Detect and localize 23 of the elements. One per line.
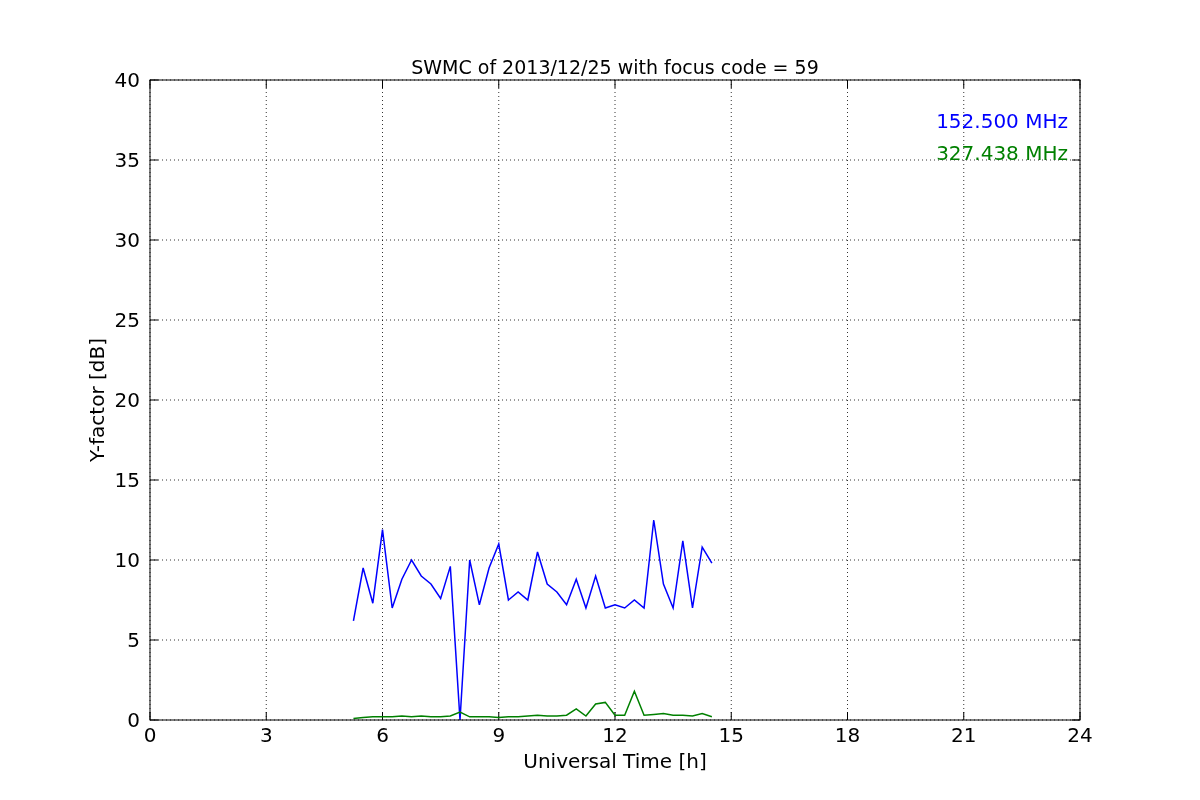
y-axis-label: Y-factor [dB] xyxy=(85,338,109,462)
tick-label: 5 xyxy=(127,628,140,652)
tick-label: 3 xyxy=(259,723,273,747)
tick-label: 0 xyxy=(127,708,140,732)
x-axis-label: Universal Time [h] xyxy=(523,749,707,773)
tick-label: 21 xyxy=(951,723,977,747)
tick-label: 6 xyxy=(376,723,389,747)
legend-label: 152.500 MHz xyxy=(936,109,1068,133)
tick-label: 9 xyxy=(492,723,506,747)
tick-label: 20 xyxy=(114,388,140,412)
tick-label: 40 xyxy=(114,68,140,92)
tick-label: 24 xyxy=(1067,723,1093,747)
tick-label: 10 xyxy=(114,548,140,572)
tick-label: 0 xyxy=(143,723,157,747)
tick-label: 30 xyxy=(114,228,140,252)
tick-label: 15 xyxy=(114,468,140,492)
tick-label: 18 xyxy=(834,723,861,747)
chart-title: SWMC of 2013/12/25 with focus code = 59 xyxy=(411,56,819,78)
tick-label: 15 xyxy=(718,723,744,747)
tick-label: 35 xyxy=(114,148,140,172)
legend-label: 327.438 MHz xyxy=(936,141,1068,165)
tick-label: 12 xyxy=(602,723,628,747)
tick-label: 25 xyxy=(114,308,140,332)
